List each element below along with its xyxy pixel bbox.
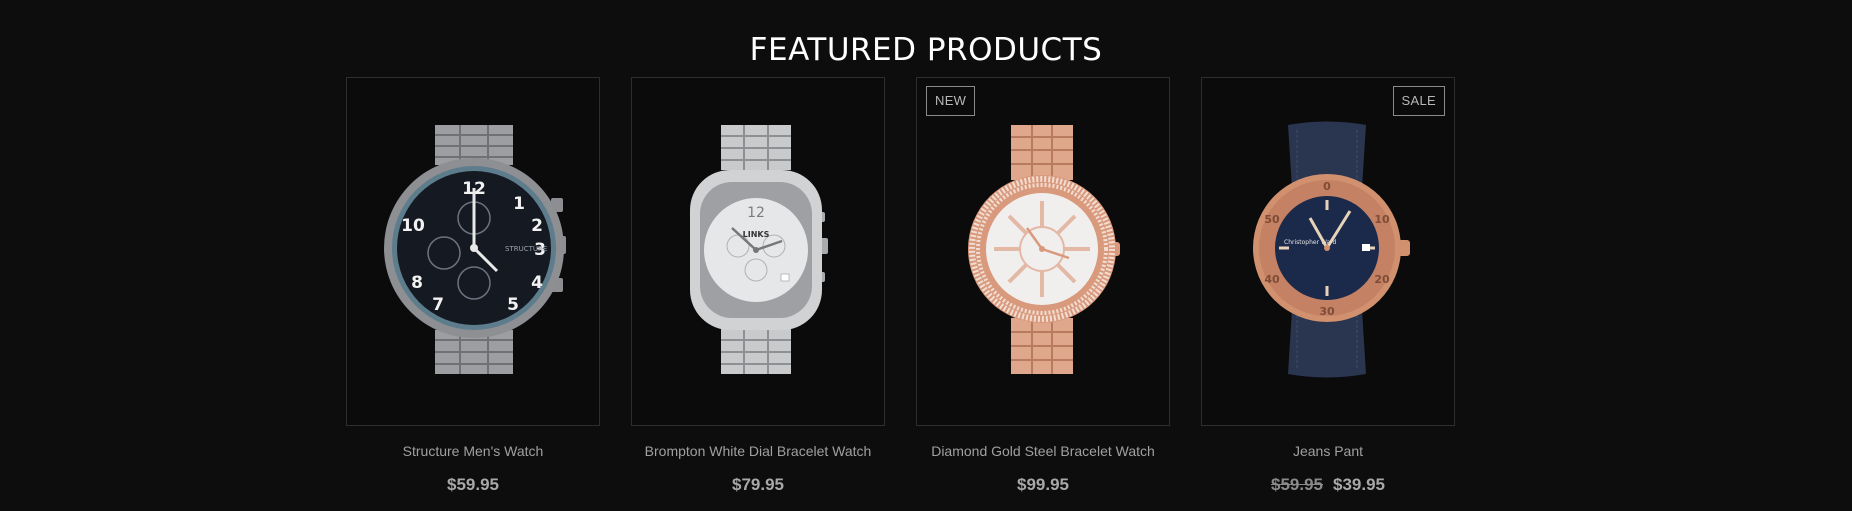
product-card[interactable]: NEW Diamond Gold Steel Bracelet Watch $9… xyxy=(916,77,1170,495)
svg-text:8: 8 xyxy=(411,273,423,293)
svg-text:40: 40 xyxy=(1264,273,1280,286)
product-name[interactable]: Diamond Gold Steel Bracelet Watch xyxy=(931,443,1155,461)
svg-text:10: 10 xyxy=(1374,213,1390,226)
section-title: FEATURED PRODUCTS xyxy=(749,31,1103,68)
svg-text:10: 10 xyxy=(401,216,425,236)
svg-text:STRUCTURE: STRUCTURE xyxy=(505,245,547,253)
price-row: $79.95 xyxy=(732,475,784,495)
product-price: $59.95 xyxy=(447,475,499,494)
svg-text:4: 4 xyxy=(531,273,543,293)
watch-blue-dial-denim-strap-icon: 0 10 20 30 40 50 Christopher Ward xyxy=(1253,121,1410,378)
svg-text:0: 0 xyxy=(1323,180,1331,193)
price-row: $59.95 xyxy=(447,475,499,495)
svg-text:30: 30 xyxy=(1319,305,1335,318)
product-image-frame[interactable]: 12 1 2 3 4 5 7 8 10 STRUCTURE xyxy=(346,77,600,426)
svg-text:50: 50 xyxy=(1264,213,1280,226)
svg-text:2: 2 xyxy=(531,216,543,236)
product-image-frame[interactable]: SALE 0 10 20 30 40 50 Christopher Ward xyxy=(1201,77,1455,426)
svg-text:1: 1 xyxy=(513,194,525,214)
dial-brand-text: LINKS xyxy=(743,230,770,239)
svg-text:7: 7 xyxy=(432,295,444,315)
product-grid: 12 1 2 3 4 5 7 8 10 STRUCTURE xyxy=(346,77,1455,495)
watch-rose-gold-diamond-icon xyxy=(968,125,1120,374)
price-row: $99.95 xyxy=(1017,475,1069,495)
product-name[interactable]: Brompton White Dial Bracelet Watch xyxy=(645,443,872,461)
product-card[interactable]: SALE 0 10 20 30 40 50 Christopher Ward J… xyxy=(1201,77,1455,495)
product-name[interactable]: Jeans Pant xyxy=(1293,443,1363,461)
svg-text:5: 5 xyxy=(507,295,519,315)
watch-black-dial-steel-icon: 12 1 2 3 4 5 7 8 10 STRUCTURE xyxy=(384,125,566,374)
svg-text:12: 12 xyxy=(747,205,765,221)
product-price: $39.95 xyxy=(1333,475,1385,494)
watch-white-dial-steel-icon: 12 LINKS xyxy=(690,125,828,374)
product-price: $79.95 xyxy=(732,475,784,494)
price-row: $59.95 $39.95 xyxy=(1271,475,1385,495)
product-card[interactable]: 12 1 2 3 4 5 7 8 10 STRUCTURE xyxy=(346,77,600,495)
product-old-price: $59.95 xyxy=(1271,475,1323,494)
svg-text:20: 20 xyxy=(1374,273,1390,286)
product-price: $99.95 xyxy=(1017,475,1069,494)
product-name[interactable]: Structure Men's Watch xyxy=(403,443,544,461)
product-card[interactable]: 12 LINKS Brompton White Dial Bracelet Wa… xyxy=(631,77,885,495)
product-image-frame[interactable]: 12 LINKS xyxy=(631,77,885,426)
product-image-frame[interactable]: NEW xyxy=(916,77,1170,426)
